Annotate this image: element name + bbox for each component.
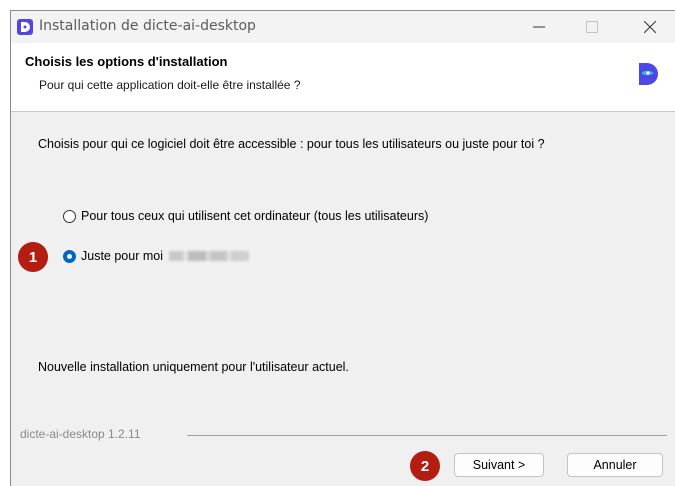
next-button[interactable]: Suivant > — [454, 453, 544, 477]
cancel-button[interactable]: Annuler — [567, 453, 663, 477]
radio-all-users[interactable] — [63, 209, 76, 223]
page-subtitle: Pour qui cette application doit-elle êtr… — [39, 78, 301, 92]
option-all-users-label: Pour tous ceux qui utilisent cet ordinat… — [81, 209, 429, 223]
dicte-logo-icon — [635, 61, 661, 92]
dicte-app-icon — [17, 19, 33, 35]
step-badge-1: 1 — [18, 242, 48, 272]
close-icon — [644, 21, 656, 33]
close-button[interactable] — [627, 11, 673, 43]
option-all-users[interactable]: Pour tous ceux qui utilisent cet ordinat… — [63, 207, 428, 225]
footer-divider — [187, 435, 667, 436]
redacted-username — [168, 251, 249, 261]
page-header: Choisis les options d'installation Pour … — [11, 43, 675, 112]
installer-window: Installation de dicte-ai-desktop Choisis… — [10, 10, 675, 486]
maximize-icon — [586, 21, 598, 33]
title-bar[interactable]: Installation de dicte-ai-desktop — [11, 11, 675, 43]
radio-just-me[interactable] — [63, 249, 76, 263]
maximize-button[interactable] — [569, 11, 615, 43]
minimize-button[interactable] — [516, 11, 562, 43]
question-text: Choisis pour qui ce logiciel doit être a… — [38, 137, 545, 151]
minimize-icon — [533, 26, 545, 28]
step-badge-2: 2 — [410, 451, 440, 481]
option-just-me-label: Juste pour moi — [81, 249, 163, 263]
window-title: Installation de dicte-ai-desktop — [39, 18, 256, 34]
version-label: dicte-ai-desktop 1.2.11 — [20, 427, 141, 441]
option-just-me[interactable]: Juste pour moi — [63, 247, 249, 265]
page-title: Choisis les options d'installation — [25, 54, 228, 69]
install-note: Nouvelle installation uniquement pour l'… — [38, 360, 349, 374]
